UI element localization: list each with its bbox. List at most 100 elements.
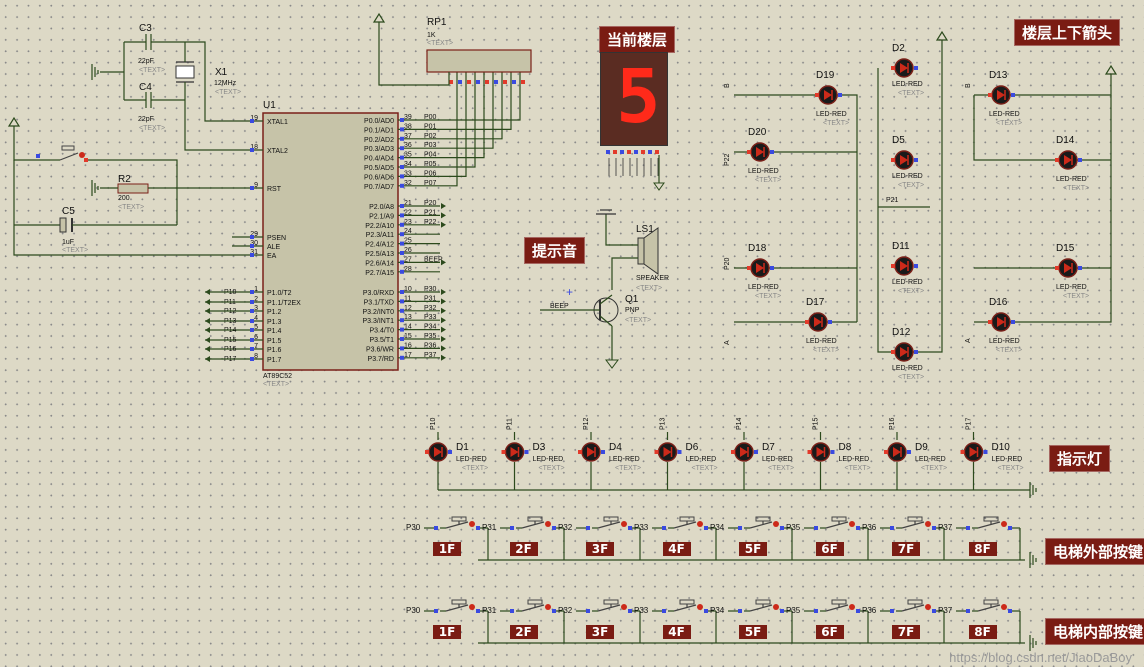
inside-floor-label-3: 3F [586, 625, 614, 639]
mcu-left-pin-num: 9 [254, 182, 258, 189]
led-ref: D19 [816, 70, 835, 81]
inside-button-7-pin2 [932, 609, 936, 613]
net-arrow [205, 327, 210, 333]
mcu-right-net: P04 [424, 152, 437, 159]
seg-pin [620, 150, 624, 154]
outside-floor-label-2: 2F [509, 542, 538, 556]
mcu-right-net: P34 [424, 324, 437, 331]
seg-pin [655, 150, 659, 154]
mcu-right-net: P03 [424, 142, 437, 149]
sw-dot [79, 152, 85, 158]
mcu-right-pin-name: P3.6/WR [366, 346, 394, 353]
led-ref: D12 [892, 327, 911, 338]
ls1-wire1 [605, 214, 638, 246]
led-d16-pin-a [988, 320, 992, 324]
x1-val: 12MHz [214, 80, 237, 87]
r2-val: 200 [118, 195, 130, 202]
mcu-right-pin-name: P3.3/INT1 [362, 318, 394, 325]
p0-bus-wire [440, 70, 467, 177]
inside-button-2-cap [527, 599, 543, 605]
mcu-left-pin-name: P1.4 [267, 328, 282, 335]
mcu-left-pin-name: P1.0/T2 [267, 290, 292, 297]
inside-button-3-net: P32 [558, 606, 573, 615]
outside-button-6-dot [849, 521, 855, 527]
mcu-right-net: P00 [424, 114, 437, 121]
inside-button-5-pin1 [738, 609, 742, 613]
led-ref: D2 [892, 43, 905, 54]
outside-button-6-lever [825, 521, 849, 529]
led-type: LED-RED [915, 456, 946, 463]
mcu-right-pin-num: 36 [404, 142, 412, 149]
inside-floor-label-5: 5F [739, 625, 767, 639]
seg-pin [634, 150, 638, 154]
mcu-right-pin-num: 33 [404, 170, 412, 177]
led-d18-pin-a [747, 266, 751, 270]
led-d14-pin-k [1078, 158, 1082, 162]
r2-body [117, 183, 149, 194]
led-text: <TEXT> [898, 182, 924, 189]
mcu-pin-marker [400, 260, 404, 265]
mcu-pin-marker [250, 244, 254, 248]
led-d18-pin-k [770, 266, 774, 270]
inside-button-4-pin2 [704, 609, 708, 613]
mcu-pin-marker [400, 269, 404, 274]
seg-pin [648, 150, 652, 154]
mcu-right-net: P02 [424, 133, 437, 140]
led-type: LED-RED [892, 81, 923, 88]
led-type: LED-RED [748, 168, 779, 175]
mcu-left-pin-name: XTAL1 [267, 119, 288, 126]
led-ref: D9 [915, 442, 928, 453]
c4-text: <TEXT> [139, 125, 165, 132]
inside-button-4-lever [673, 604, 697, 612]
led-d10-pin-a [960, 450, 965, 454]
mcu-right-pin-name: P3.2/INT0 [362, 309, 394, 316]
mcu-right-pin-name: P3.7/RD [368, 356, 394, 363]
net-arrow [441, 212, 446, 219]
indicator-net: P14 [736, 417, 743, 430]
net-arrow [441, 221, 446, 228]
mcu-right-net: P35 [424, 333, 437, 340]
led-d8-pin-a [807, 450, 812, 454]
g3-wire3 [974, 268, 1112, 323]
outside-button-6-pin2 [856, 526, 860, 530]
led-d19-pin-a [815, 93, 819, 97]
led-ref: D3 [533, 442, 546, 453]
net-arrow [441, 259, 446, 266]
indicator-net: P17 [966, 417, 973, 430]
outside-button-1-net: P30 [406, 523, 421, 532]
inside-button-1-net: P30 [406, 606, 421, 615]
inside-button-8-pin1 [966, 609, 970, 613]
led-type: LED-RED [892, 173, 923, 180]
led-d2-pin-a [891, 66, 895, 70]
mcu-right-pin-name: P3.0/RXD [363, 290, 394, 297]
outside-button-1-pin2 [476, 526, 480, 530]
led-ref: D13 [989, 70, 1008, 81]
led-type: LED-RED [892, 365, 923, 372]
outside-button-7-cap [907, 516, 923, 522]
c4-ref: C4 [139, 82, 152, 93]
c5-text: <TEXT> [62, 247, 88, 254]
net-arrow [441, 307, 446, 314]
g1-net-mid: P22 [724, 153, 731, 166]
inside-button-2-pin2 [552, 609, 556, 613]
outside-button-4-dot [697, 521, 703, 527]
mcu-left-pin-num: 7 [254, 343, 258, 350]
outside-floor-label-5: 5F [739, 542, 767, 556]
mcu-right-pin-name: P2.2/A10 [365, 223, 394, 230]
sw-cap [61, 145, 75, 151]
mcu-pin-marker [400, 118, 404, 122]
inside-button-2-pin1 [510, 609, 514, 613]
mcu-right-pin-name: P0.4/AD4 [364, 156, 394, 163]
outside-floor-label-3: 3F [586, 542, 614, 556]
inside-button-7-lever [901, 604, 925, 612]
mcu-pin-marker [400, 136, 404, 141]
outside-button-6-net: P35 [786, 523, 801, 532]
led-d11-pin-a [891, 264, 895, 268]
mcu-pin-marker [250, 357, 254, 361]
ls1-text: <TEXT> [636, 285, 662, 292]
net-arrow [441, 326, 446, 333]
net-arrow [205, 346, 210, 352]
led-text: <TEXT> [615, 465, 641, 472]
current-floor-digit: 5 [616, 54, 661, 140]
g3-net-bot: A [965, 338, 972, 343]
